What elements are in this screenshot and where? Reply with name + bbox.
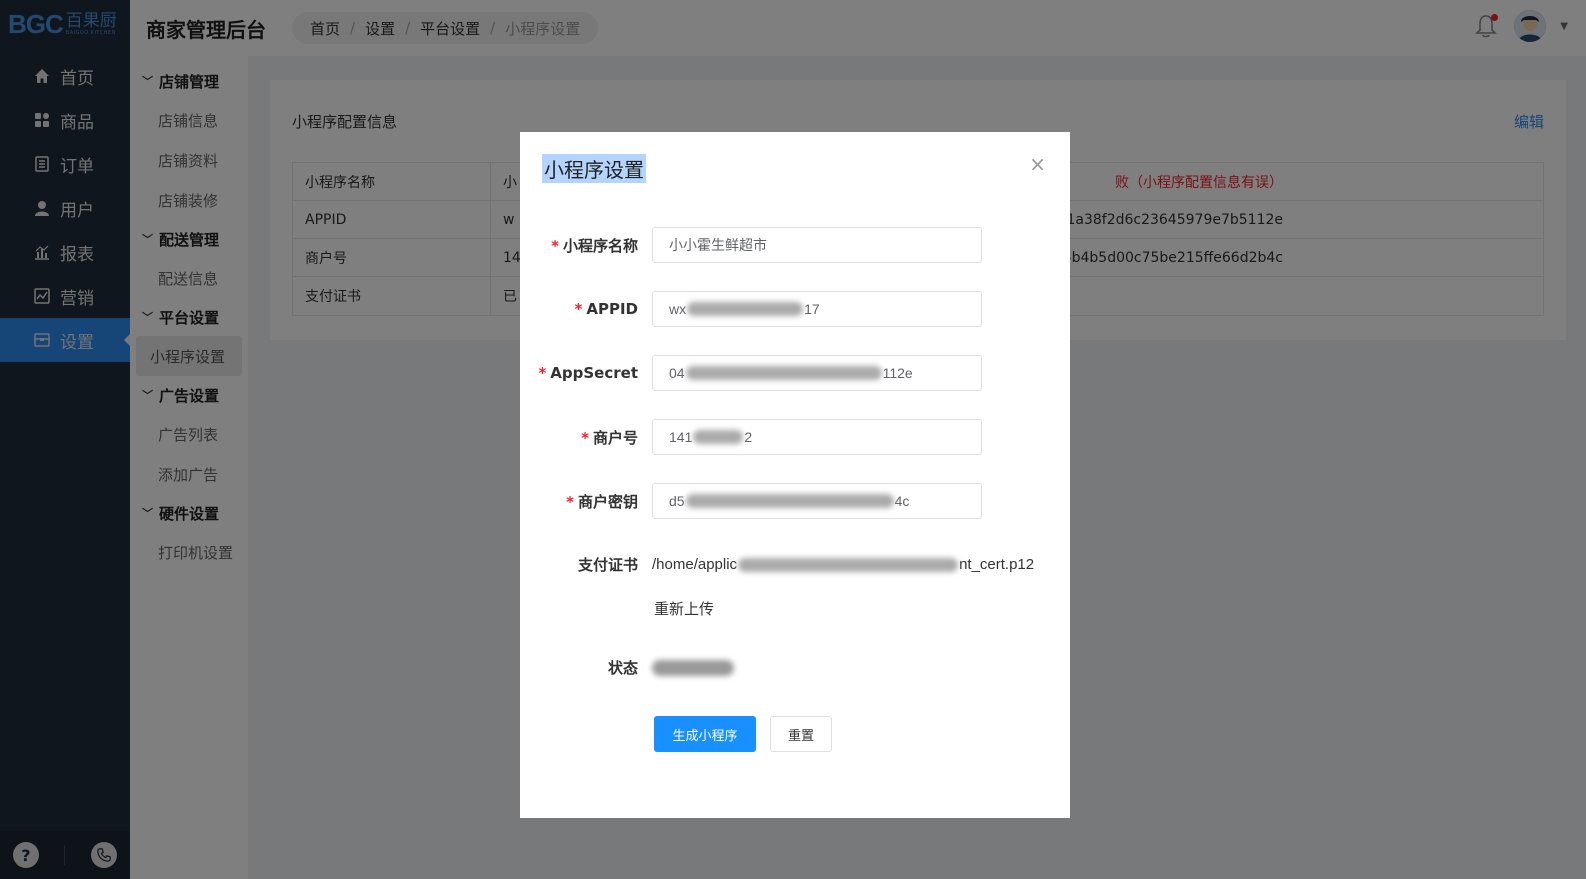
input-value-prefix: 141 [669,429,693,445]
required-mark: * [538,364,547,382]
form-label: * 商户号 [520,427,652,448]
reupload-link[interactable]: 重新上传 [654,598,714,619]
redacted-text [685,494,894,508]
form-label: 支付证书 [577,556,638,574]
input-value: 小小霍生鲜超市 [669,237,767,253]
redacted-text [687,302,804,316]
form-row-name: * 小程序名称 小小霍生鲜超市 [520,227,982,263]
required-mark: * [574,300,583,318]
form-label-text: AppSecret [550,364,638,382]
form-label-text: APPID [586,300,638,318]
cert-path: /home/applic nt_cert.p12 [652,556,1034,573]
generate-miniprogram-button[interactable]: 生成小程序 [654,716,756,752]
miniprogram-dialog: 小程序设置 × * 小程序名称 小小霍生鲜超市 * APPID wx 17 * App… [520,132,1070,818]
reset-button[interactable]: 重置 [770,716,832,752]
dialog-title: 小程序设置 [542,154,646,183]
cert-path-suffix: nt_cert.p12 [959,556,1035,573]
cert-path-prefix: /home/applic [652,556,738,573]
input-value-suffix: 2 [744,429,753,445]
appid-input[interactable]: wx 17 [652,291,982,327]
close-icon[interactable]: × [1029,152,1046,176]
redacted-status [652,659,734,676]
form-row-cert: 支付证书 /home/applic nt_cert.p12 [520,554,1034,575]
form-label: * 小程序名称 [520,235,652,256]
form-label-text: 商户密钥 [577,492,638,511]
input-value-prefix: d5 [669,493,685,509]
merchant-key-input[interactable]: d5 4c [652,483,982,519]
appsecret-input[interactable]: 04 112e [652,355,982,391]
input-value-prefix: 04 [669,365,685,381]
form-row-status: 状态 [520,657,734,678]
form-label: * APPID [520,300,652,318]
redacted-text [738,557,959,572]
form-row-appsecret: * AppSecret 04 112e [520,355,982,391]
form-label: 状态 [607,659,638,677]
input-value-prefix: wx [669,301,687,317]
required-mark: * [581,428,589,447]
miniprogram-name-input[interactable]: 小小霍生鲜超市 [652,227,982,263]
form-label-text: 商户号 [592,428,638,447]
form-row-appid: * APPID wx 17 [520,291,982,327]
form-label-text: 小程序名称 [562,236,638,255]
form-label: * AppSecret [520,364,652,382]
merchant-id-input[interactable]: 141 2 [652,419,982,455]
input-value-suffix: 112e [882,365,913,381]
input-value-suffix: 17 [804,301,820,317]
input-value-suffix: 4c [894,493,910,509]
form-row-mchkey: * 商户密钥 d5 4c [520,483,982,519]
redacted-text [693,430,744,444]
form-row-mchid: * 商户号 141 2 [520,419,982,455]
required-mark: * [551,236,559,255]
required-mark: * [566,492,574,511]
form-label: * 商户密钥 [520,491,652,512]
redacted-text [685,366,882,380]
